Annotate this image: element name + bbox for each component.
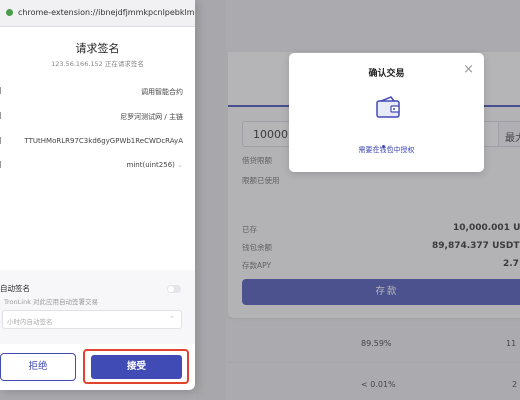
popup-title: 请求签名 [75,42,120,55]
popup-subtitle: 123.56.166.152 正在请求签名 [51,60,144,68]
extension-popup: chrome-extension://ibnejdfjmmkpcnlpebklm… [0,0,195,390]
contract-address: TTUtHMoRLR97C3kd6gyGPWb1ReCWDcRAyA [24,137,184,145]
confirm-transaction-modal: 确认交易 × 需要在钱包中授权 [289,53,484,172]
accept-button[interactable]: 接受 [91,355,182,379]
auto-sign-toggle[interactable] [167,285,181,293]
chevron-up-icon: ⌃ [169,315,175,323]
auto-sign-section [0,270,195,344]
type-row: 调用智能合约 [0,87,195,109]
contract-row: TTUtHMoRLR97C3kd6gyGPWb1ReCWDcRAyA [0,137,195,159]
authorize-message: 需要在钱包中授权 [358,146,415,154]
accept-highlight: 接受 [83,349,189,384]
chevron-down-icon: ⌄ [177,161,183,169]
extension-url-bar: chrome-extension://ibnejdfjmmkpcnlpebklm… [0,0,195,27]
modal-title: 确认交易 [368,69,405,79]
extension-url: chrome-extension://ibnejdfjmmkpcnlpebklm… [18,8,195,17]
secure-icon [6,9,13,16]
network-row: 尼罗河测试网 / 主链 [0,112,195,134]
close-icon[interactable]: × [463,62,474,77]
type-value: 调用智能合约 [141,88,183,96]
auto-sign-title: 自动签名 [0,284,30,293]
progress-dots [375,133,399,148]
network-value: 尼罗河测试网 / 主链 [120,113,183,121]
reject-button[interactable]: 拒绝 [0,353,76,381]
function-row[interactable]: mint(uint256) ⌄ [0,161,195,183]
auto-sign-duration-select[interactable]: 小时内自动签名 ⌃ [2,310,182,329]
function-value: mint(uint256) ⌄ [126,161,183,169]
auto-sign-description: TronLink 对此应用自动签署交易 [4,298,99,306]
wallet-icon [376,96,400,118]
